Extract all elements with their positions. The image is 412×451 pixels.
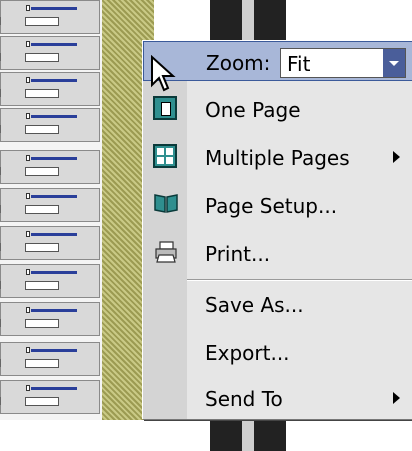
menu-item-export[interactable]: Export... [143, 329, 412, 375]
one-page-icon [153, 96, 177, 120]
printer-icon [153, 240, 177, 264]
page-edge-top [210, 0, 286, 40]
thumbnail-card[interactable] [0, 226, 100, 260]
zoom-combobox[interactable]: Fit [280, 48, 406, 78]
zoom-label: Zoom: [206, 51, 271, 75]
menu-item-one-page[interactable]: One Page [143, 86, 412, 132]
thumbnail-card[interactable] [0, 36, 100, 70]
page-setup-book-icon [153, 192, 178, 216]
chevron-down-icon[interactable] [383, 49, 405, 77]
thumbnail-card[interactable] [0, 108, 100, 142]
menu-item-label: Print... [205, 242, 271, 266]
thumbnail-card[interactable] [0, 150, 100, 184]
page-edge-bottom [210, 418, 286, 451]
mouse-cursor-icon [151, 55, 176, 92]
thumbnail-strip [0, 0, 102, 420]
zoom-value: Fit [287, 52, 311, 76]
menu-item-page-setup[interactable]: Page Setup... [143, 182, 412, 228]
context-menu: Zoom: Fit One Page Multiple Pages Page S… [142, 40, 412, 419]
menu-item-label: Save As... [205, 293, 304, 317]
thumbnail-card[interactable] [0, 72, 100, 106]
menu-item-save-as[interactable]: Save As... [143, 281, 412, 327]
menu-item-print[interactable]: Print... [143, 230, 412, 276]
multiple-pages-icon [153, 144, 177, 168]
thumbnail-card[interactable] [0, 342, 100, 376]
thumbnail-card[interactable] [0, 188, 100, 222]
thumbnail-card[interactable] [0, 302, 100, 336]
menu-item-label: Export... [205, 341, 290, 365]
menu-item-multiple-pages[interactable]: Multiple Pages [143, 134, 412, 180]
menu-item-label: Send To [205, 387, 283, 411]
zoom-row: Zoom: Fit [143, 41, 412, 81]
submenu-arrow-icon [393, 392, 400, 404]
menu-item-label: Multiple Pages [205, 146, 350, 170]
thumbnail-card[interactable] [0, 264, 100, 298]
menu-item-send-to[interactable]: Send To [143, 375, 412, 421]
thumbnail-card[interactable] [0, 380, 100, 414]
submenu-arrow-icon [393, 151, 400, 163]
thumbnail-card[interactable] [0, 0, 100, 34]
menu-item-label: Page Setup... [205, 194, 338, 218]
menu-item-label: One Page [205, 98, 301, 122]
